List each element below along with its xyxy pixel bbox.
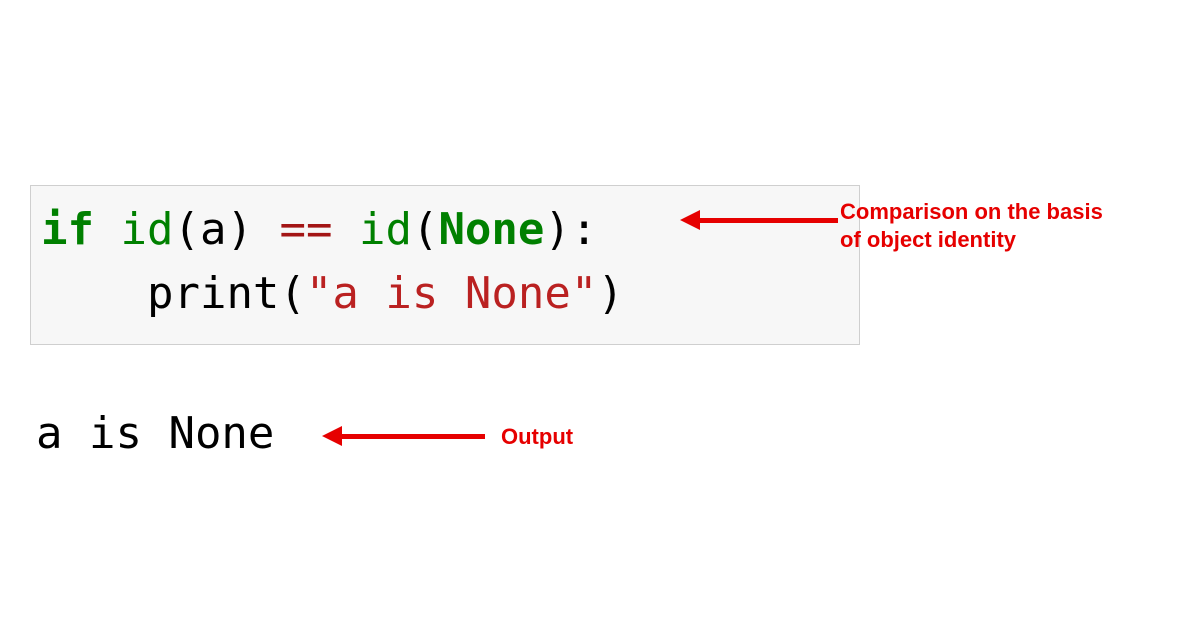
builtin-id-2: id xyxy=(359,204,412,255)
rparen-2: ) xyxy=(544,204,571,255)
code-line-2: print("a is None") xyxy=(41,262,849,326)
annotation-comparison-line1: Comparison on the basis xyxy=(840,198,1103,226)
builtin-id-1: id xyxy=(120,204,173,255)
var-a-1: a xyxy=(200,204,227,255)
arrow-line-icon xyxy=(340,434,485,439)
lparen-1: ( xyxy=(173,204,200,255)
rparen-1: ) xyxy=(226,204,253,255)
none-literal: None xyxy=(438,204,544,255)
lparen-3: ( xyxy=(279,268,306,319)
builtin-print: print xyxy=(147,268,279,319)
arrow-line-icon xyxy=(698,218,838,223)
arrow-head-icon xyxy=(322,426,342,446)
space xyxy=(332,204,359,255)
keyword-if: if xyxy=(41,204,94,255)
code-line-1: if id(a) == id(None): xyxy=(41,198,849,262)
annotation-comparison: Comparison on the basis of object identi… xyxy=(840,198,1103,253)
space xyxy=(253,204,280,255)
space xyxy=(94,204,121,255)
indent xyxy=(41,268,147,319)
lparen-2: ( xyxy=(412,204,439,255)
output-text: a is None xyxy=(36,408,274,459)
colon: : xyxy=(571,204,598,255)
string-literal: "a is None" xyxy=(306,268,597,319)
arrow-head-icon xyxy=(680,210,700,230)
annotation-output: Output xyxy=(501,424,573,450)
code-block: if id(a) == id(None): print("a is None") xyxy=(30,185,860,345)
annotation-comparison-line2: of object identity xyxy=(840,226,1103,254)
rparen-3: ) xyxy=(597,268,624,319)
operator-eq: == xyxy=(279,204,332,255)
